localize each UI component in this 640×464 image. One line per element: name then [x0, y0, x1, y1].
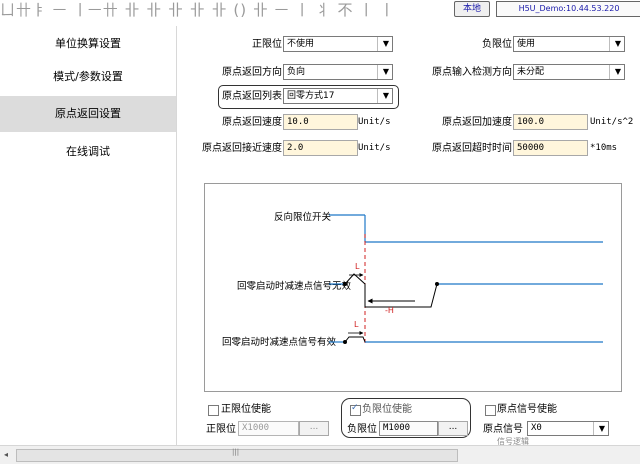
- chevron-down-icon: ▼: [598, 424, 605, 433]
- sidebar: 单位换算设置 模式/参数设置 原点返回设置 在线调试: [0, 26, 177, 445]
- home-accel-unit: Unit/s^2: [590, 117, 634, 127]
- pos-limit-value: 不使用: [287, 39, 315, 49]
- home-dir-label: 原点返回方向: [222, 67, 282, 78]
- neg-limit-enable-label: 负限位使能: [362, 404, 412, 415]
- pos-limit-enable-checkbox[interactable]: [208, 405, 219, 416]
- row2-motion-path: [344, 273, 438, 308]
- chevron-down-icon: ▼: [614, 39, 621, 48]
- scrollbar-grip-icon: |||: [232, 448, 240, 456]
- row2-point-start: [343, 282, 347, 286]
- home-list-select[interactable]: 回零方式17 ▼: [283, 88, 393, 104]
- neg-limit-browse-button[interactable]: ...: [438, 421, 468, 436]
- horizontal-scrollbar[interactable]: ◂ |||: [0, 445, 640, 464]
- neg-limit-select[interactable]: 使用 ▼: [513, 36, 625, 52]
- pos-limit-label: 正限位: [252, 39, 282, 50]
- pos-limit-select[interactable]: 不使用 ▼: [283, 36, 393, 52]
- neg-limit-field-label: 负限位: [347, 424, 377, 435]
- home-speed-label: 原点返回速度: [222, 117, 282, 128]
- sidebar-item-unit-conversion[interactable]: 单位换算设置: [0, 26, 176, 62]
- select-divider: [609, 65, 610, 79]
- pos-limit-field-label: 正限位: [206, 424, 236, 435]
- home-dir-select[interactable]: 负向 ▼: [283, 64, 393, 80]
- timeout-input[interactable]: 50000: [513, 140, 588, 156]
- pos-limit-field[interactable]: X1000: [238, 421, 299, 436]
- neg-limit-field[interactable]: M1000: [379, 421, 438, 436]
- origin-enable-checkbox[interactable]: [485, 405, 496, 416]
- home-list-label: 原点返回列表: [222, 91, 282, 102]
- chevron-down-icon: ▼: [382, 39, 389, 48]
- select-divider: [593, 422, 594, 435]
- origin-input-dir-label: 原点输入检测方向: [432, 67, 512, 78]
- home-list-value: 回零方式17: [287, 91, 335, 101]
- chevron-down-icon: ▼: [382, 91, 389, 100]
- home-speed-unit: Unit/s: [358, 117, 391, 127]
- row3-motion-path: [344, 336, 366, 343]
- toolbar-icons: ㄩ卄ㅑ ㅡ ㅣㅡ卄 卝 卝 卝 卝 卝 () 卝 ㅡ ㅣ 丬 不 ㅣ ㅣ: [0, 2, 395, 18]
- select-divider: [377, 89, 378, 103]
- sidebar-item-online-debug[interactable]: 在线调试: [0, 134, 176, 170]
- marker-L-row3: L: [354, 320, 359, 329]
- device-label: H5U_Demo:10.44.53.220: [496, 1, 640, 17]
- origin-signal-value: X0: [531, 423, 542, 433]
- scroll-left-icon[interactable]: ◂: [4, 449, 14, 461]
- neg-limit-value: 使用: [517, 39, 536, 49]
- select-divider: [609, 37, 610, 51]
- row2-point-turn: [435, 282, 439, 286]
- origin-input-dir-value: 未分配: [517, 67, 545, 77]
- pos-limit-browse-button[interactable]: ...: [299, 421, 329, 436]
- origin-signal-select[interactable]: X0 ▼: [527, 421, 609, 436]
- marker-H-row2: -H: [385, 306, 394, 315]
- neg-limit-label: 负限位: [482, 39, 512, 50]
- approach-speed-input[interactable]: 2.0: [283, 140, 358, 156]
- row3-point-start: [343, 340, 347, 344]
- marker-L-row2: L: [355, 262, 360, 271]
- sidebar-item-home-return[interactable]: 原点返回设置: [0, 96, 176, 132]
- origin-signal-label: 原点信号: [483, 424, 523, 435]
- chevron-down-icon: ▼: [382, 67, 389, 76]
- home-return-diagram: 反向限位开关 回零启动时减速点信号无效 回零启动时减速点信号有效 L -H L: [204, 183, 622, 392]
- origin-input-dir-select[interactable]: 未分配 ▼: [513, 64, 625, 80]
- timeout-label: 原点返回超时时间: [432, 143, 512, 154]
- select-divider: [377, 37, 378, 51]
- chevron-down-icon: ▼: [614, 67, 621, 76]
- local-button[interactable]: 本地: [454, 1, 490, 17]
- home-accel-label: 原点返回加速度: [442, 117, 512, 128]
- neg-limit-enable-checkbox[interactable]: [350, 403, 361, 416]
- origin-logic-label-cut: 信号逻辑: [497, 437, 529, 445]
- sidebar-item-mode-params[interactable]: 模式/参数设置: [0, 59, 176, 95]
- toolbar-strip: ㄩ卄ㅑ ㅡ ㅣㅡ卄 卝 卝 卝 卝 卝 () 卝 ㅡ ㅣ 丬 不 ㅣ ㅣ 本地 …: [0, 0, 640, 26]
- timeout-unit: *10ms: [590, 143, 618, 153]
- pos-limit-enable-label: 正限位使能: [221, 404, 271, 415]
- select-divider: [377, 65, 378, 79]
- approach-speed-unit: Unit/s: [358, 143, 391, 153]
- timing-diagram-svg: [329, 214, 603, 346]
- home-accel-input[interactable]: 100.0: [513, 114, 588, 130]
- origin-enable-label: 原点信号使能: [497, 404, 557, 415]
- approach-speed-label: 原点返回接近速度: [202, 143, 282, 154]
- home-dir-value: 负向: [287, 67, 306, 77]
- home-speed-input[interactable]: 10.0: [283, 114, 358, 130]
